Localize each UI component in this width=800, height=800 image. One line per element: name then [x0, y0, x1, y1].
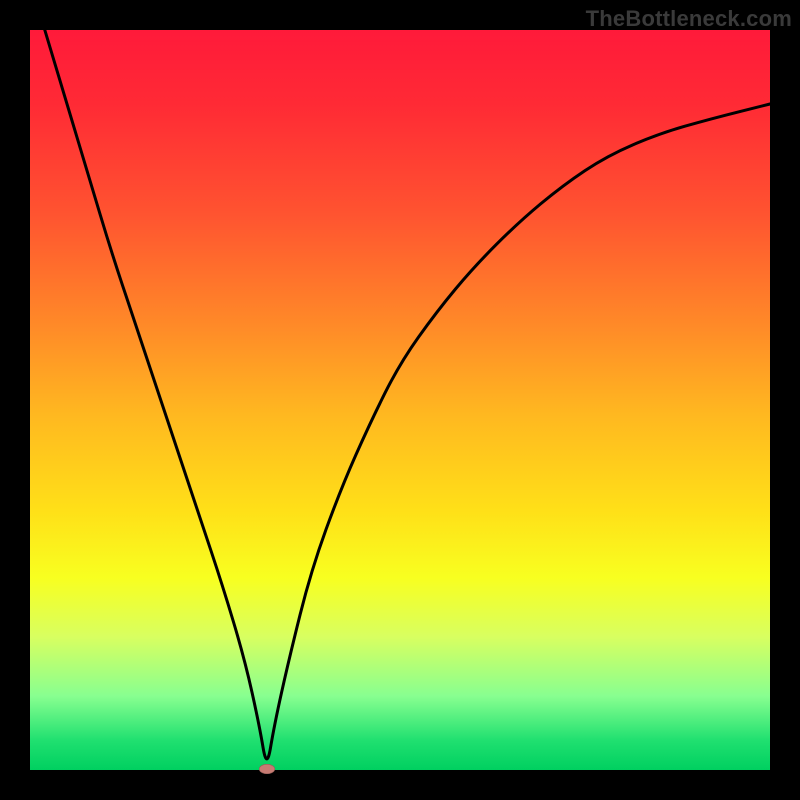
watermark-text: TheBottleneck.com	[586, 6, 792, 32]
gradient-plot-area	[30, 30, 770, 770]
bottleneck-curve	[30, 30, 770, 770]
minimum-marker-dot	[259, 764, 275, 774]
